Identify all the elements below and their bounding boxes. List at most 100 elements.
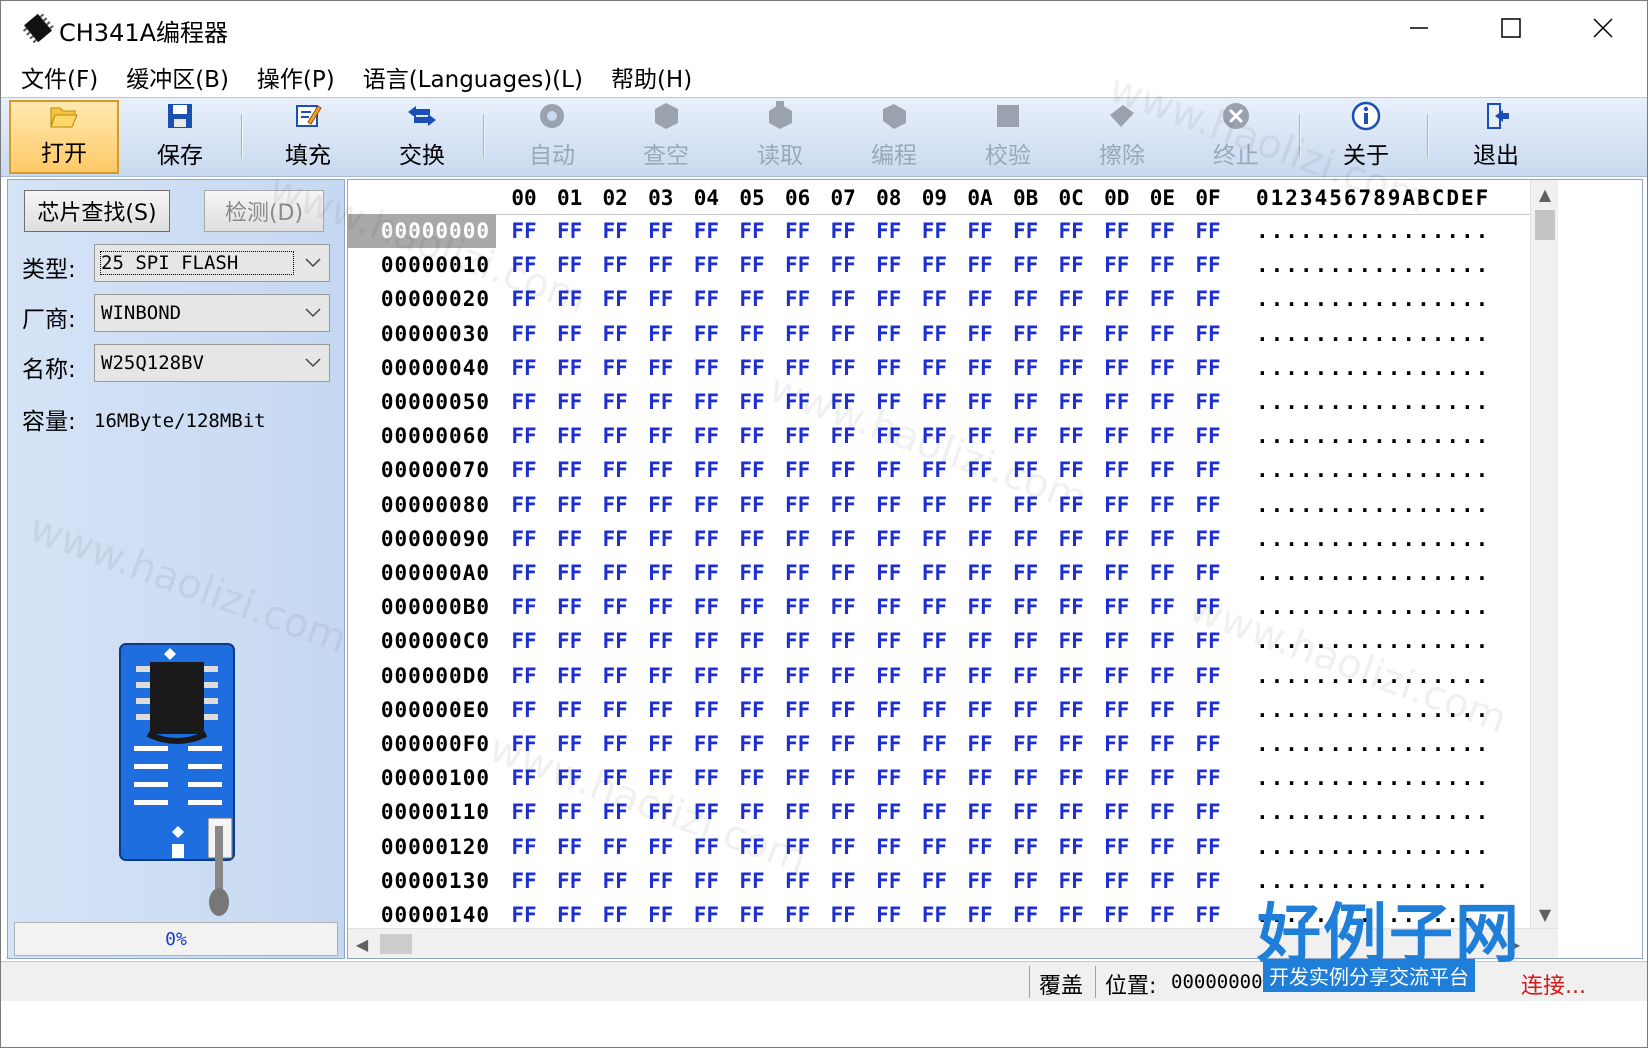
- hex-byte[interactable]: FF: [1097, 317, 1137, 351]
- hex-byte[interactable]: FF: [550, 248, 590, 282]
- hex-byte[interactable]: FF: [960, 864, 1000, 898]
- hex-byte[interactable]: FF: [914, 248, 954, 282]
- detect-button[interactable]: 检测(D): [204, 190, 324, 232]
- hex-byte[interactable]: FF: [1097, 556, 1137, 590]
- hex-byte[interactable]: FF: [641, 624, 681, 658]
- hex-byte[interactable]: FF: [1188, 282, 1228, 316]
- hex-byte[interactable]: FF: [504, 351, 544, 385]
- ascii-text[interactable]: ................: [1256, 522, 1490, 556]
- hex-byte[interactable]: FF: [869, 385, 909, 419]
- hex-byte[interactable]: FF: [1142, 659, 1182, 693]
- hex-byte[interactable]: FF: [1188, 727, 1228, 761]
- hex-byte[interactable]: FF: [732, 761, 772, 795]
- auto-button[interactable]: 自动: [497, 100, 607, 174]
- hex-byte[interactable]: FF: [914, 214, 954, 248]
- hex-byte[interactable]: FF: [960, 556, 1000, 590]
- hex-byte[interactable]: FF: [914, 488, 954, 522]
- erase-button[interactable]: 擦除: [1067, 100, 1177, 174]
- hex-byte[interactable]: FF: [1006, 590, 1046, 624]
- hex-byte[interactable]: FF: [869, 659, 909, 693]
- hex-row[interactable]: 00000120 FF FF FF FF FF FF FF FF FF FF FF FF FF FF FF FF…: [348, 830, 1530, 864]
- ascii-text[interactable]: ................: [1256, 590, 1490, 624]
- hex-byte[interactable]: FF: [595, 351, 635, 385]
- read-button[interactable]: 读取: [725, 100, 835, 174]
- hex-byte[interactable]: FF: [1051, 590, 1091, 624]
- hex-byte[interactable]: FF: [1006, 317, 1046, 351]
- ascii-text[interactable]: ................: [1256, 727, 1490, 761]
- ascii-text[interactable]: ................: [1256, 317, 1490, 351]
- hex-byte[interactable]: FF: [1097, 282, 1137, 316]
- hex-byte[interactable]: FF: [550, 214, 590, 248]
- about-button[interactable]: 关于: [1311, 100, 1421, 174]
- hex-byte[interactable]: FF: [869, 351, 909, 385]
- hex-byte[interactable]: FF: [1142, 693, 1182, 727]
- ascii-text[interactable]: ................: [1256, 419, 1490, 453]
- hex-byte[interactable]: FF: [595, 556, 635, 590]
- hex-row[interactable]: 00000100 FF FF FF FF FF FF FF FF FF FF FF FF FF FF FF FF…: [348, 761, 1530, 795]
- hex-byte[interactable]: FF: [778, 590, 818, 624]
- ascii-text[interactable]: ................: [1256, 282, 1490, 316]
- hex-byte[interactable]: FF: [504, 727, 544, 761]
- hex-byte[interactable]: FF: [550, 693, 590, 727]
- hex-byte[interactable]: FF: [1097, 864, 1137, 898]
- hex-byte[interactable]: FF: [641, 317, 681, 351]
- hex-byte[interactable]: FF: [778, 864, 818, 898]
- scroll-left-icon[interactable]: ◀: [348, 929, 376, 959]
- exit-button[interactable]: 退出: [1441, 100, 1551, 174]
- hex-byte[interactable]: FF: [1051, 351, 1091, 385]
- hex-byte[interactable]: FF: [1051, 419, 1091, 453]
- hex-byte[interactable]: FF: [504, 624, 544, 658]
- hex-byte[interactable]: FF: [595, 419, 635, 453]
- fill-button[interactable]: 填充: [253, 100, 363, 174]
- hex-byte[interactable]: FF: [823, 453, 863, 487]
- hex-byte[interactable]: FF: [732, 351, 772, 385]
- hex-byte[interactable]: FF: [1142, 898, 1182, 932]
- hex-row[interactable]: 000000E0 FF FF FF FF FF FF FF FF FF FF FF FF FF FF FF FF…: [348, 693, 1530, 727]
- hex-byte[interactable]: FF: [641, 761, 681, 795]
- hex-byte[interactable]: FF: [1142, 864, 1182, 898]
- hex-byte[interactable]: FF: [732, 727, 772, 761]
- vertical-scrollbar[interactable]: ▲ ▼: [1530, 180, 1558, 928]
- scroll-thumb[interactable]: [380, 934, 412, 954]
- scroll-down-icon[interactable]: ▼: [1531, 900, 1559, 928]
- hex-byte[interactable]: FF: [960, 248, 1000, 282]
- hex-byte[interactable]: FF: [641, 898, 681, 932]
- hex-byte[interactable]: FF: [550, 351, 590, 385]
- hex-byte[interactable]: FF: [1097, 488, 1137, 522]
- hex-byte[interactable]: FF: [595, 590, 635, 624]
- hex-row[interactable]: 000000B0 FF FF FF FF FF FF FF FF FF FF FF FF FF FF FF FF…: [348, 590, 1530, 624]
- ascii-text[interactable]: ................: [1256, 248, 1490, 282]
- open-button[interactable]: 打开: [9, 100, 119, 174]
- hex-byte[interactable]: FF: [550, 659, 590, 693]
- hex-byte[interactable]: FF: [869, 693, 909, 727]
- hex-byte[interactable]: FF: [1051, 795, 1091, 829]
- hex-byte[interactable]: FF: [869, 898, 909, 932]
- hex-byte[interactable]: FF: [1097, 385, 1137, 419]
- hex-byte[interactable]: FF: [595, 317, 635, 351]
- hex-byte[interactable]: FF: [686, 830, 726, 864]
- hex-byte[interactable]: FF: [1051, 693, 1091, 727]
- hex-byte[interactable]: FF: [550, 727, 590, 761]
- hex-byte[interactable]: FF: [960, 522, 1000, 556]
- hex-byte[interactable]: FF: [686, 214, 726, 248]
- hex-byte[interactable]: FF: [823, 488, 863, 522]
- hex-byte[interactable]: FF: [823, 556, 863, 590]
- hex-byte[interactable]: FF: [960, 419, 1000, 453]
- hex-byte[interactable]: FF: [1142, 248, 1182, 282]
- hex-byte[interactable]: FF: [1188, 693, 1228, 727]
- hex-byte[interactable]: FF: [823, 590, 863, 624]
- hex-byte[interactable]: FF: [504, 214, 544, 248]
- hex-byte[interactable]: FF: [1142, 727, 1182, 761]
- verify-button[interactable]: 校验: [953, 100, 1063, 174]
- hex-byte[interactable]: FF: [641, 590, 681, 624]
- hex-byte[interactable]: FF: [823, 864, 863, 898]
- hex-byte[interactable]: FF: [1142, 282, 1182, 316]
- hex-byte[interactable]: FF: [1051, 761, 1091, 795]
- hex-row[interactable]: 00000140 FF FF FF FF FF FF FF FF FF FF FF FF FF FF FF FF…: [348, 898, 1530, 932]
- hex-byte[interactable]: FF: [778, 522, 818, 556]
- hex-byte[interactable]: FF: [914, 282, 954, 316]
- hex-byte[interactable]: FF: [914, 864, 954, 898]
- stop-button[interactable]: 终止: [1181, 100, 1291, 174]
- hex-byte[interactable]: FF: [1097, 727, 1137, 761]
- hex-byte[interactable]: FF: [1188, 795, 1228, 829]
